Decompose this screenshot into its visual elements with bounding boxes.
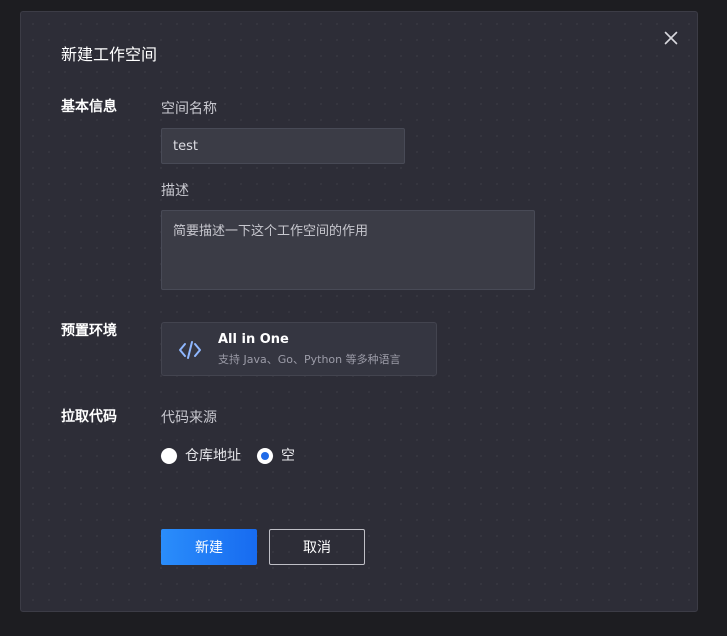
radio-empty[interactable]: 空 (257, 447, 295, 465)
create-workspace-dialog: 新建工作空间 基本信息 空间名称 描述 预置环境 All in One 支持 J… (20, 11, 698, 612)
close-icon[interactable] (663, 30, 679, 46)
environment-card-all-in-one[interactable]: All in One 支持 Java、Go、Python 等多种语言 (161, 322, 437, 376)
create-button[interactable]: 新建 (161, 529, 257, 565)
environment-name: All in One (218, 332, 289, 347)
environment-section-label: 预置环境 (61, 323, 117, 339)
basic-info-section-label: 基本信息 (61, 99, 117, 115)
radio-circle-checked (257, 448, 273, 464)
environment-description: 支持 Java、Go、Python 等多种语言 (218, 353, 401, 366)
workspace-name-label: 空间名称 (161, 101, 217, 117)
radio-label: 空 (281, 448, 295, 464)
radio-repository-url[interactable]: 仓库地址 (161, 447, 241, 465)
code-brackets-icon (178, 339, 202, 361)
workspace-name-input[interactable] (161, 128, 405, 164)
pull-code-section-label: 拉取代码 (61, 409, 117, 425)
description-label: 描述 (161, 183, 189, 199)
radio-circle-unchecked (161, 448, 177, 464)
description-textarea[interactable] (161, 210, 535, 290)
radio-label: 仓库地址 (185, 448, 241, 464)
code-source-label: 代码来源 (161, 410, 217, 426)
dialog-title: 新建工作空间 (61, 45, 158, 64)
cancel-button[interactable]: 取消 (269, 529, 365, 565)
